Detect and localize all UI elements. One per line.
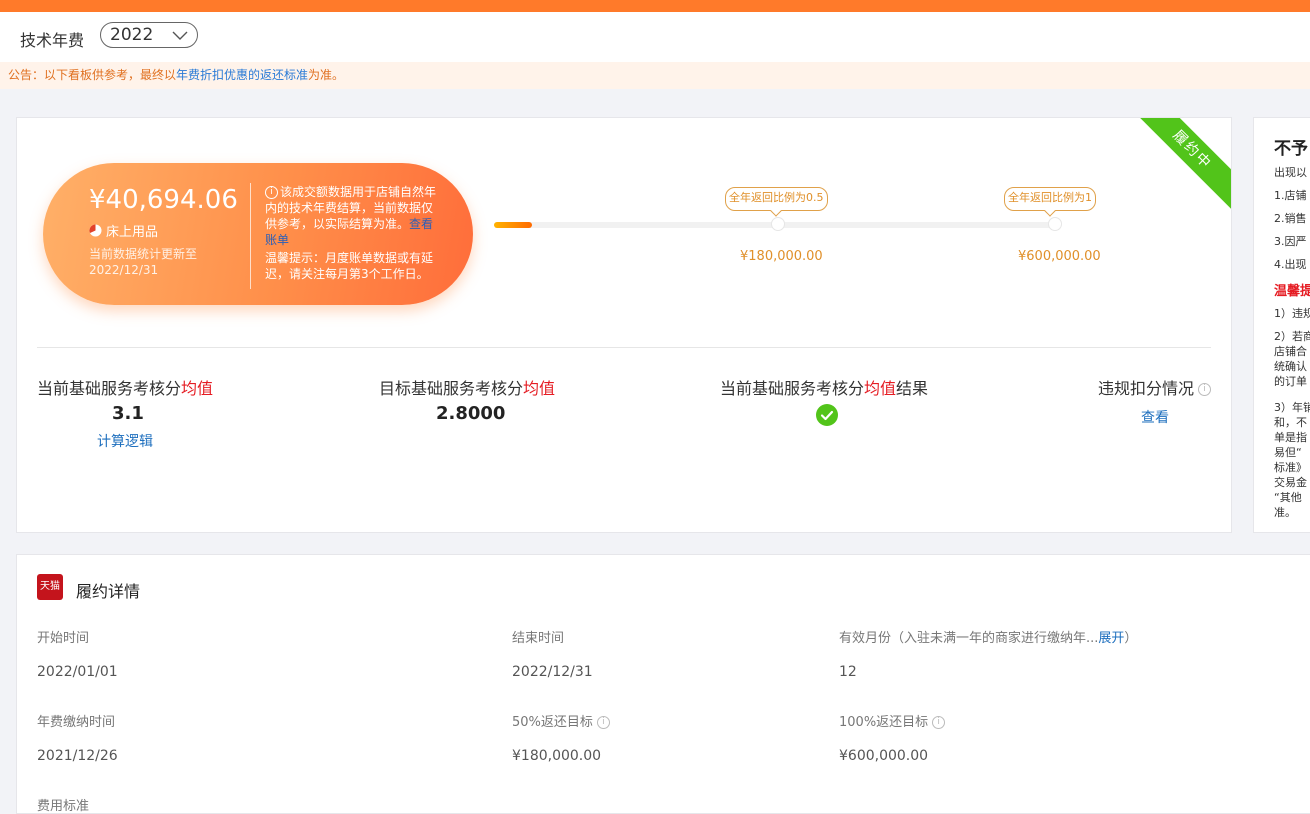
chevron-down-icon (172, 31, 188, 40)
side-para-3-line: 单是指 (1274, 431, 1307, 444)
target-score-value: 2.8000 (436, 403, 506, 424)
side-para-2-line: 的订单 (1274, 375, 1307, 388)
delay-tip: 温馨提示：月度账单数据或有延迟，请关注每月第3个工作日。 (265, 251, 434, 281)
target-100-label-text: 100%返还目标 (839, 715, 929, 730)
notice-prefix: 公告：以下看板供参考，最终以 (8, 68, 177, 82)
notice-suffix: 为准。 (308, 68, 345, 82)
violation-title-text: 违规扣分情况 (1098, 379, 1195, 398)
calc-logic-link[interactable]: 计算逻辑 (97, 431, 153, 451)
side-para-3-line: “其他 (1274, 491, 1302, 504)
fee-standard-label: 费用标准 (37, 799, 90, 814)
help-icon[interactable]: i (932, 716, 946, 729)
category-name: 床上用品 (106, 225, 159, 240)
target-score-title-text: 目标基础服务考核分 (379, 379, 524, 398)
check-icon (816, 404, 838, 426)
year-select[interactable]: 2022 (100, 22, 198, 48)
update-time: 当前数据统计更新至 2022/12/31 (89, 246, 229, 278)
update-date: 2022/12/31 (89, 263, 159, 277)
data-info: i 该成交额数据用于店铺自然年内的技术年费结算，当前数据仅供参考，以实际结算为准。… (265, 184, 443, 282)
side-item-2: 2.销售 (1274, 212, 1307, 225)
current-score-title-emph: 均值 (181, 379, 214, 398)
milestone-label-50: 全年返回比例为0.5 (725, 187, 828, 211)
payment-time-value: 2021/12/26 (37, 748, 118, 764)
sales-amount: ¥40,694.06 (89, 185, 238, 215)
side-para-3-line: 准。 (1274, 506, 1296, 519)
violation-title: 违规扣分情况 i (1098, 375, 1212, 399)
side-para-2-line: 统确认 (1274, 360, 1307, 373)
target-100-value: ¥600,000.00 (839, 748, 929, 764)
side-intro: 出现以 (1274, 166, 1307, 179)
pill-divider (250, 183, 251, 289)
milestone-amount-100: ¥600,000.00 (1018, 249, 1101, 264)
side-para-3-line: 标准》 (1274, 461, 1307, 474)
side-para-2: 2）若商 店铺合 统确认 的订单 (1274, 329, 1310, 389)
score-result-title-text: 当前基础服务考核分 (720, 379, 865, 398)
milestone-label-100: 全年返回比例为1 (1004, 187, 1096, 211)
start-time-value: 2022/01/01 (37, 664, 118, 680)
milestone-node-100 (1048, 217, 1062, 231)
payment-time-label: 年费缴纳时间 (37, 715, 116, 730)
progress-fill (494, 222, 533, 228)
valid-months-label-close: ） (1124, 631, 1138, 646)
top-accent-bar (0, 0, 1310, 12)
notice-bar: 公告：以下看板供参考，最终以年费折扣优惠的返还标准为准。 (0, 62, 1310, 89)
fee-summary-card: 履约中 ¥40,694.06 床上用品 当前数据统计更新至 2022/12/31… (16, 117, 1232, 533)
status-ribbon: 履约中 (1129, 118, 1231, 213)
side-warning: 温馨提 (1274, 284, 1310, 299)
score-result-title-suffix: 结果 (896, 379, 929, 398)
side-para-2-line: 店铺合 (1274, 345, 1307, 358)
contract-details-card: 天猫 履约详情 开始时间 2022/01/01 结束时间 2022/12/31 … (16, 554, 1310, 814)
end-time-value: 2022/12/31 (512, 664, 593, 680)
milestone-amount-50: ¥180,000.00 (740, 249, 823, 264)
target-score-title: 目标基础服务考核分均值 (379, 375, 555, 399)
category-pie-icon (89, 224, 102, 237)
side-para-3-line: 和，不 (1274, 416, 1307, 429)
filter-header: 技术年费 2022 (0, 12, 1310, 62)
side-para-3-line: 交易金 (1274, 476, 1307, 489)
side-title: 不予 (1274, 139, 1308, 159)
side-item-1: 1.店铺 (1274, 189, 1307, 202)
info-icon: i (265, 186, 278, 199)
current-score-title: 当前基础服务考核分均值 (37, 375, 213, 399)
update-label: 当前数据统计更新至 (89, 247, 198, 261)
score-result-title: 当前基础服务考核分均值结果 (720, 375, 928, 399)
side-para-3-line: 3）年销 (1274, 401, 1310, 414)
rules-side-panel: 不予 出现以 1.店铺 2.销售 3.因严 4.出现 温馨提 1）违规 2）若商… (1253, 117, 1310, 533)
valid-months-value: 12 (839, 664, 857, 680)
sales-amount-pill: ¥40,694.06 床上用品 当前数据统计更新至 2022/12/31 i 该成… (43, 163, 473, 305)
expand-link[interactable]: 展开 (1098, 631, 1124, 646)
details-title: 履约详情 (76, 582, 141, 601)
side-para-2-line: 2）若商 (1274, 330, 1310, 343)
side-para-3-line: 易但“ (1274, 446, 1302, 459)
violation-view-link[interactable]: 查看 (1141, 407, 1169, 427)
score-result-title-emph: 均值 (864, 379, 897, 398)
milestone-node-50 (771, 217, 785, 231)
tmall-logo: 天猫 (37, 574, 63, 600)
end-time-label: 结束时间 (512, 631, 565, 646)
fee-type-label: 技术年费 (20, 31, 85, 50)
side-item-4: 4.出现 (1274, 258, 1307, 271)
start-time-label: 开始时间 (37, 631, 90, 646)
notice-link[interactable]: 年费折扣优惠的返还标准 (176, 68, 308, 82)
year-select-value: 2022 (110, 25, 154, 45)
current-score-title-text: 当前基础服务考核分 (37, 379, 182, 398)
target-score-title-emph: 均值 (523, 379, 556, 398)
section-divider (37, 347, 1211, 348)
side-para-1: 1）违规 (1274, 307, 1310, 320)
help-icon[interactable]: i (596, 716, 610, 729)
target-50-label: 50%返还目标 i (512, 711, 610, 730)
side-item-3: 3.因严 (1274, 235, 1307, 248)
valid-months-label: 有效月份（入驻未满一年的商家进行缴纳年...展开） (839, 627, 1137, 646)
target-50-value: ¥180,000.00 (512, 748, 602, 764)
side-para-3: 3）年销 和，不 单是指 易但“ 标准》 交易金 “其他 准。 (1274, 400, 1310, 520)
current-score-value: 3.1 (112, 403, 144, 424)
valid-months-label-text: 有效月份（入驻未满一年的商家进行缴纳年... (839, 631, 1099, 646)
target-50-label-text: 50%返还目标 (512, 715, 593, 730)
target-100-label: 100%返还目标 i (839, 711, 946, 730)
category-tag: 床上用品 (89, 221, 158, 240)
help-icon[interactable]: i (1198, 383, 1212, 396)
